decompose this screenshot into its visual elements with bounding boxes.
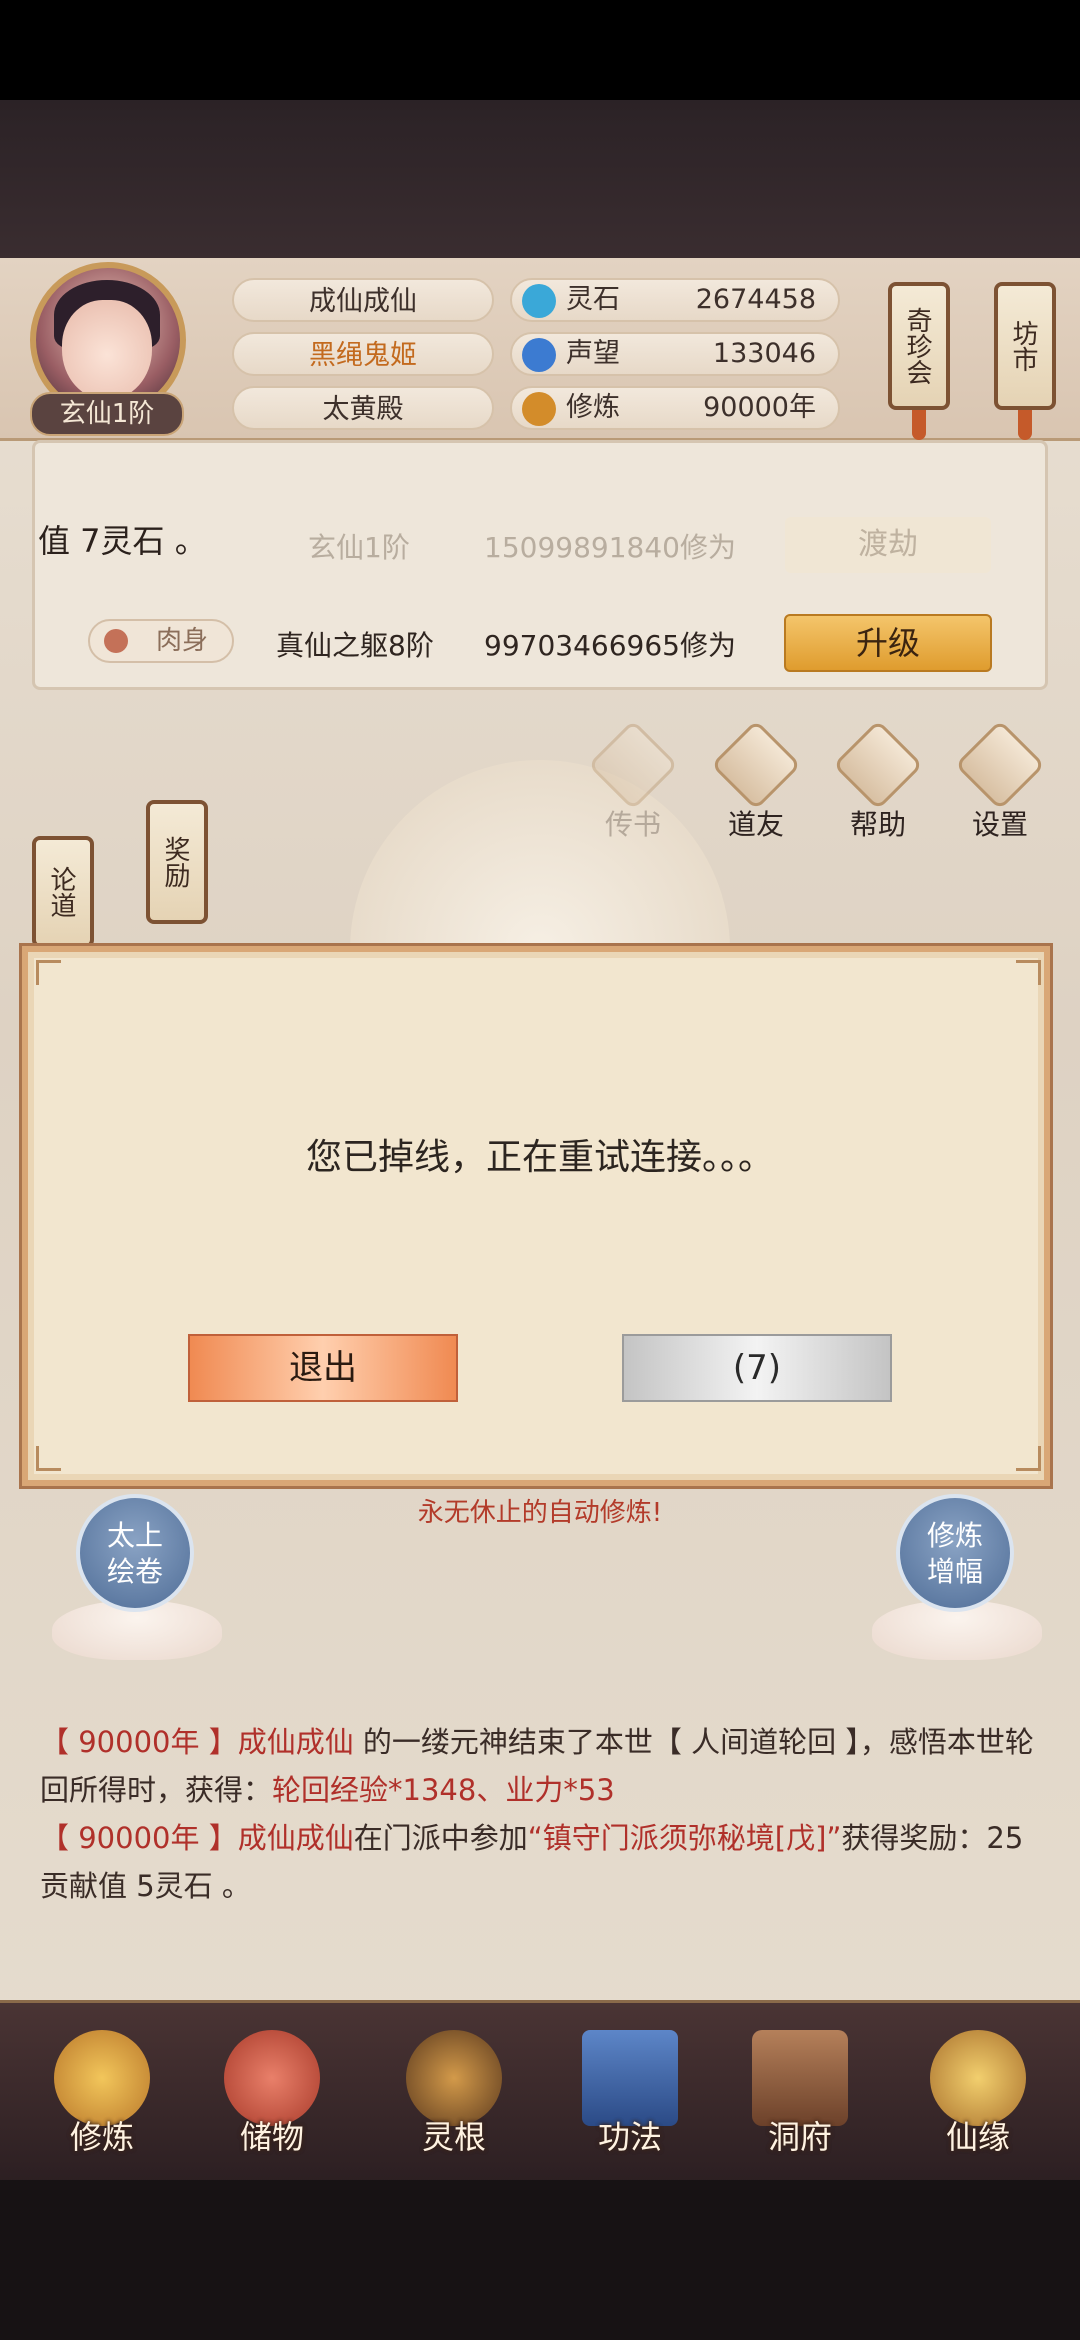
- function-friends[interactable]: 道友: [710, 719, 802, 843]
- dialog-corner: [36, 1446, 61, 1471]
- spirit-stone-icon: [522, 284, 556, 318]
- tassel-decoration: [1018, 410, 1032, 440]
- dialog-corner: [36, 960, 61, 985]
- stat-spirit-stones: 灵石 2674458: [510, 278, 840, 322]
- meditation-icon: [522, 392, 556, 426]
- realm-stage: 玄仙1阶: [308, 531, 410, 564]
- stat-cultivation-time: 修炼 90000年: [510, 386, 840, 430]
- player-sect: 太黄殿: [232, 386, 494, 430]
- stat-reputation: 声望 133046: [510, 332, 840, 376]
- reputation-icon: [522, 338, 556, 372]
- avatar-face: [62, 300, 152, 400]
- dialog-message: 您已掉线，正在重试连接。。。: [305, 1137, 774, 1178]
- letter-icon: [587, 719, 679, 811]
- scroll-jiangli[interactable]: 奖励: [146, 800, 208, 924]
- nav-storage[interactable]: 储物: [202, 2030, 342, 2180]
- nav-fortune[interactable]: 仙缘: [908, 2030, 1048, 2180]
- dialog-corner: [1016, 960, 1041, 985]
- scroll-lundao[interactable]: 论道: [32, 836, 94, 948]
- reward-overlay-text: 值 7灵石 。: [38, 522, 207, 560]
- body-stage: 真仙之躯8阶: [276, 629, 434, 662]
- log-entry: 【 90000年 】成仙成仙在门派中参加“镇守门派须弥秘境[戊]”获得奖励：25…: [40, 1821, 1024, 1903]
- nav-skills[interactable]: 功法: [560, 2030, 700, 2180]
- top-backdrop: [0, 100, 1080, 260]
- event-log: 【 90000年 】成仙成仙 的一缕元神结束了本世【 人间道轮回 】，感悟本世轮…: [40, 1718, 1050, 1910]
- scroll-qizhenhui[interactable]: 奇珍会: [888, 282, 950, 410]
- player-title[interactable]: 黑绳鬼姬: [232, 332, 494, 376]
- upgrade-button[interactable]: 升级: [784, 614, 992, 672]
- incense-icon: [104, 629, 128, 653]
- friends-icon: [710, 719, 802, 811]
- body-exp: 99703466965修为: [484, 629, 736, 662]
- function-letter[interactable]: 传书: [587, 719, 679, 843]
- exit-button[interactable]: 退出: [188, 1334, 458, 1402]
- realm-badge: 玄仙1阶: [30, 392, 184, 436]
- help-icon: [832, 719, 924, 811]
- dujie-button[interactable]: 渡劫: [785, 517, 991, 573]
- navigation-bar-area: [0, 2180, 1080, 2340]
- function-help[interactable]: 帮助: [832, 719, 924, 843]
- nav-cultivate[interactable]: 修炼: [32, 2030, 172, 2180]
- tassel-decoration: [912, 410, 926, 440]
- scroll-fangshi[interactable]: 坊市: [994, 282, 1056, 410]
- nav-cave[interactable]: 洞府: [730, 2030, 870, 2180]
- retry-countdown-button[interactable]: (7): [622, 1334, 892, 1402]
- player-name: 成仙成仙: [232, 278, 494, 322]
- settings-icon: [954, 719, 1046, 811]
- auto-cultivate-text: 永无休止的自动修炼!: [417, 1498, 663, 1528]
- disconnect-dialog: [22, 946, 1050, 1486]
- nav-spirit-root[interactable]: 灵根: [384, 2030, 524, 2180]
- realm-exp: 15099891840修为: [484, 531, 736, 564]
- body-tag: 肉身: [88, 619, 234, 663]
- dialog-corner: [1016, 1446, 1041, 1471]
- log-entry: 【 90000年 】成仙成仙 的一缕元神结束了本世【 人间道轮回 】，感悟本世轮…: [40, 1725, 1034, 1807]
- status-bar: [0, 0, 1080, 100]
- function-settings[interactable]: 设置: [954, 719, 1046, 843]
